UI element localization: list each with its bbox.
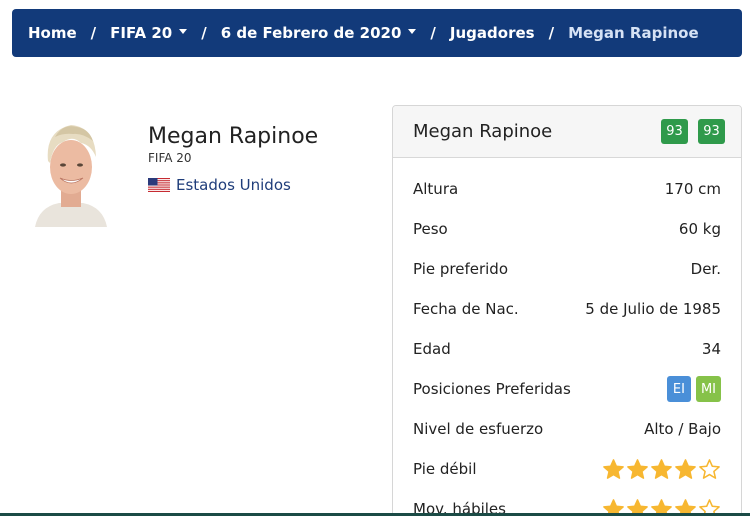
card-title: Megan Rapinoe bbox=[413, 121, 553, 142]
us-flag-icon bbox=[148, 178, 170, 192]
row-birth-date: Fecha de Nac. 5 de Julio de 1985 bbox=[413, 289, 721, 329]
caret-down-icon bbox=[179, 29, 188, 34]
player-nationality-link[interactable]: Estados Unidos bbox=[148, 176, 291, 194]
row-positions: Posiciones Preferidas EI MI bbox=[413, 369, 721, 409]
row-label: Pie preferido bbox=[413, 260, 509, 278]
row-value: 60 kg bbox=[678, 220, 721, 238]
row-value: Alto / Bajo bbox=[644, 420, 721, 438]
breadcrumb-date-dropdown[interactable]: 6 de Febrero de 2020 bbox=[221, 24, 417, 42]
nationality-label: Estados Unidos bbox=[176, 176, 291, 194]
card-header: Megan Rapinoe 93 93 bbox=[393, 106, 741, 158]
row-value: 170 cm bbox=[664, 180, 721, 198]
breadcrumb-home[interactable]: Home bbox=[28, 24, 77, 42]
row-label: Peso bbox=[413, 220, 448, 238]
breadcrumb-players[interactable]: Jugadores bbox=[450, 24, 535, 42]
row-weak-foot: Pie débil bbox=[413, 449, 721, 489]
page: Home / FIFA 20 / 6 de Febrero de 2020 / … bbox=[0, 0, 750, 516]
overall-rating-badge: 93 bbox=[661, 119, 688, 144]
player-game: FIFA 20 bbox=[148, 151, 192, 165]
star-outline-icon bbox=[699, 458, 720, 479]
breadcrumb-separator: / bbox=[430, 24, 436, 42]
position-badges: EI MI bbox=[666, 376, 721, 402]
row-height: Altura 170 cm bbox=[413, 169, 721, 209]
row-skill-moves: Mov. hábiles bbox=[413, 489, 721, 516]
star-filled-icon bbox=[675, 458, 696, 479]
position-badge-ei[interactable]: EI bbox=[666, 376, 691, 402]
info-rows: Altura 170 cm Peso 60 kg Pie preferido D… bbox=[393, 169, 741, 516]
player-avatar bbox=[35, 125, 107, 227]
row-value: 5 de Julio de 1985 bbox=[585, 300, 721, 318]
player-name: Megan Rapinoe bbox=[148, 124, 319, 149]
potential-rating-badge: 93 bbox=[698, 119, 725, 144]
breadcrumb-separator: / bbox=[548, 24, 555, 42]
row-label: Pie débil bbox=[413, 460, 477, 478]
weak-foot-stars bbox=[602, 458, 721, 481]
breadcrumb-game-label: FIFA 20 bbox=[110, 24, 173, 42]
row-age: Edad 34 bbox=[413, 329, 721, 369]
caret-down-icon bbox=[408, 29, 417, 34]
row-label: Edad bbox=[413, 340, 451, 358]
row-label: Altura bbox=[413, 180, 459, 198]
row-label: Fecha de Nac. bbox=[413, 300, 519, 318]
row-work-rate: Nivel de esfuerzo Alto / Bajo bbox=[413, 409, 721, 449]
star-filled-icon bbox=[603, 458, 624, 479]
breadcrumb: Home / FIFA 20 / 6 de Febrero de 2020 / … bbox=[12, 9, 742, 57]
position-badge-mi[interactable]: MI bbox=[695, 376, 721, 402]
breadcrumb-separator: / bbox=[90, 24, 97, 42]
rating-badges: 93 93 bbox=[661, 119, 725, 144]
star-filled-icon bbox=[651, 458, 672, 479]
breadcrumb-current: Megan Rapinoe bbox=[568, 24, 699, 42]
row-weight: Peso 60 kg bbox=[413, 209, 721, 249]
breadcrumb-game-dropdown[interactable]: FIFA 20 bbox=[110, 24, 188, 42]
row-value: 34 bbox=[701, 340, 721, 358]
row-value: Der. bbox=[690, 260, 721, 278]
breadcrumb-separator: / bbox=[201, 24, 207, 42]
row-preferred-foot: Pie preferido Der. bbox=[413, 249, 721, 289]
breadcrumb-date-label: 6 de Febrero de 2020 bbox=[220, 24, 402, 42]
row-label: Posiciones Preferidas bbox=[413, 380, 571, 398]
row-label: Nivel de esfuerzo bbox=[413, 420, 544, 438]
player-info-card: Megan Rapinoe 93 93 Altura 170 cm Peso 6… bbox=[392, 105, 742, 516]
star-filled-icon bbox=[627, 458, 648, 479]
